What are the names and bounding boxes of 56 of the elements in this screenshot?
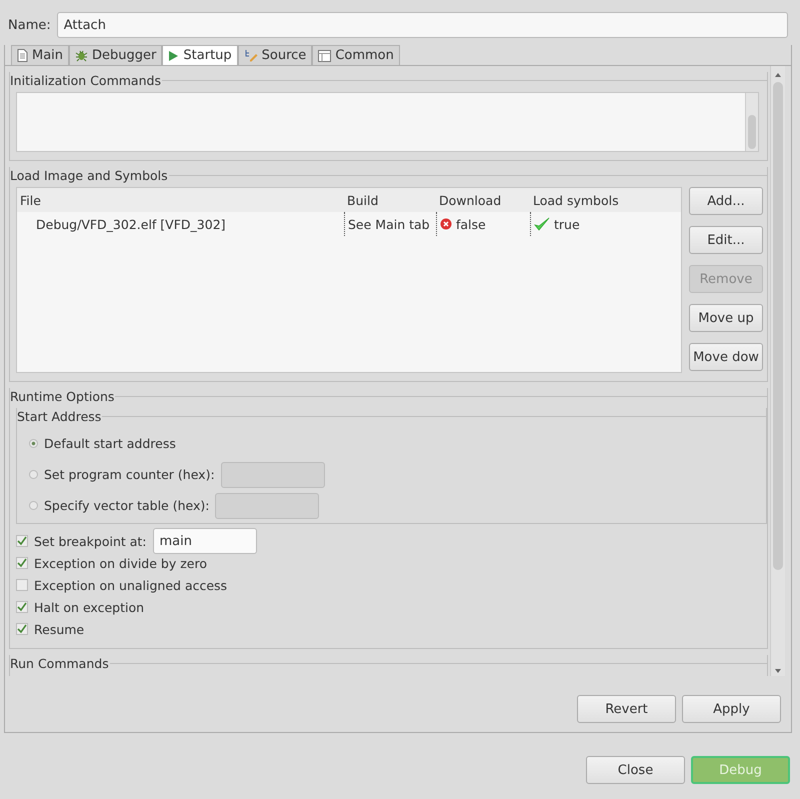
group-title: Start Address (17, 408, 102, 424)
radio-label: Specify vector table (hex): (44, 498, 210, 513)
name-label: Name: (8, 18, 51, 32)
checkbox-label: Halt on exception (34, 600, 144, 614)
column-header[interactable]: Download (436, 192, 530, 208)
tab[interactable]: Startup (162, 45, 238, 65)
tab[interactable]: Common (312, 45, 400, 65)
checkmark-icon (534, 217, 550, 231)
section-title: Initialization Commands (10, 72, 161, 88)
table-button[interactable]: Move dow (689, 343, 763, 371)
checkbox[interactable] (16, 535, 28, 547)
radio-button[interactable] (29, 470, 38, 479)
table-button[interactable]: Add... (689, 187, 763, 215)
radio-button[interactable] (29, 439, 38, 448)
column-header[interactable]: Build (344, 192, 436, 208)
commands-text-area[interactable] (16, 92, 759, 152)
radio-label: Set program counter (hex): (44, 467, 215, 482)
scroll-down-icon[interactable] (774, 668, 782, 674)
source-edit-icon (244, 49, 258, 62)
section-title: Load Image and Symbols (10, 168, 168, 182)
checkbox-label: Exception on divide by zero (34, 556, 207, 570)
breakpoint-field[interactable]: main (152, 528, 257, 554)
scrollbar[interactable] (745, 93, 758, 151)
error-icon (440, 218, 452, 230)
radio-label: Default start address (44, 436, 176, 451)
table-cell: See Main tab (344, 212, 436, 236)
tab[interactable]: Main (11, 45, 70, 65)
column-header[interactable]: Load symbols (530, 192, 681, 208)
panel-button[interactable]: Apply (682, 695, 781, 723)
checkbox[interactable] (16, 601, 28, 613)
section-title: Runtime Options (10, 388, 114, 404)
play-icon (168, 50, 180, 62)
tab[interactable]: Source (238, 45, 312, 65)
scroll-up-icon[interactable] (774, 72, 782, 78)
table-button[interactable]: Edit... (689, 226, 763, 254)
document-icon (17, 49, 28, 62)
tab[interactable]: Debugger (69, 45, 162, 65)
column-header[interactable]: File (17, 192, 344, 208)
checkbox-label: Exception on unaligned access (34, 578, 228, 592)
section-title: Run Commands (10, 656, 109, 670)
checkbox[interactable] (16, 557, 28, 569)
checkbox[interactable] (16, 579, 28, 591)
table-button[interactable]: Move up (689, 304, 763, 332)
table-icon (318, 50, 332, 62)
name-field[interactable]: Attach (56, 12, 788, 38)
checkbox[interactable] (16, 623, 28, 635)
panel-button[interactable]: Revert (577, 695, 676, 723)
checkbox-label: Set breakpoint at: (34, 534, 147, 548)
bug-icon (75, 49, 88, 62)
radio-button[interactable] (29, 501, 38, 510)
table-cell-text: Debug/VFD_302.elf [VFD_302] (35, 216, 227, 234)
dialog-button[interactable]: Close (586, 756, 685, 784)
table-cell: true (554, 216, 580, 232)
table-cell: false (456, 216, 486, 232)
checkbox-label: Resume (34, 622, 84, 636)
scrollbar[interactable] (770, 66, 785, 676)
